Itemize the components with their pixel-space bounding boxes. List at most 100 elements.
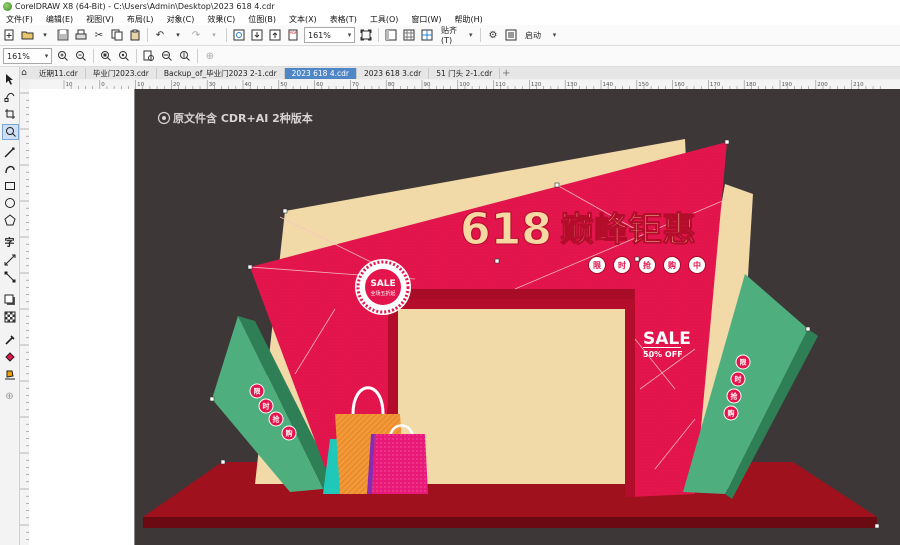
zoom-to-page-icon[interactable] <box>142 48 156 64</box>
floor-front <box>143 517 877 528</box>
cut-icon[interactable]: ✂ <box>92 27 106 43</box>
launch-combo[interactable]: 启动 ▾ <box>522 28 559 42</box>
pick-tool-icon[interactable] <box>2 72 17 86</box>
new-document-icon[interactable] <box>2 27 16 43</box>
publish-pdf-icon[interactable]: PDF <box>286 27 300 43</box>
application-launcher-icon[interactable] <box>504 27 518 43</box>
menu-tools[interactable]: 工具(O) <box>364 14 406 25</box>
add-preset-plus-icon[interactable]: ⊕ <box>203 48 217 64</box>
show-grid-icon[interactable] <box>402 27 416 43</box>
property-zoom-combo[interactable]: 161% ▾ <box>3 48 52 64</box>
drawing-canvas[interactable]: 原文件含 CDR+AI 2种版本 618 巅峰钜惠 限 时 抢 购 中 SALE… <box>135 89 900 545</box>
open-folder-icon[interactable] <box>20 27 34 43</box>
zoom-to-page-height-icon[interactable] <box>178 48 192 64</box>
tab-document-3[interactable]: Backup_of_毕业门2023 2-1.cdr <box>157 68 285 79</box>
options-gear-icon[interactable]: ⚙ <box>486 27 500 43</box>
drop-shadow-tool-icon[interactable] <box>2 293 17 307</box>
property-zoom-chevron-icon[interactable]: ▾ <box>42 50 51 62</box>
svg-text:PDF: PDF <box>290 31 297 35</box>
ruler-origin-corner[interactable] <box>20 80 29 89</box>
ruler-tick-label: 0 <box>101 82 105 88</box>
snap-to-chevron-icon[interactable]: ▾ <box>467 29 475 41</box>
pink-bag <box>372 434 428 494</box>
freehand-tool-icon[interactable] <box>2 145 17 159</box>
zoom-to-page-width-icon[interactable] <box>160 48 174 64</box>
crop-tool-icon[interactable] <box>2 107 17 121</box>
open-dropdown-chevron-icon[interactable]: ▾ <box>38 27 52 43</box>
zoom-tool-icon[interactable] <box>2 124 19 140</box>
toolbar-separator <box>197 49 198 63</box>
paste-icon[interactable] <box>128 27 142 43</box>
sale-text: SALE <box>643 329 691 349</box>
undo-icon[interactable]: ↶ <box>153 27 167 43</box>
zoom-to-all-objects-icon[interactable] <box>117 48 131 64</box>
tab-document-2[interactable]: 毕业门2023.cdr <box>86 68 157 79</box>
toolbox: 字 ⊕ <box>0 67 20 545</box>
smart-drawing-tool-icon[interactable] <box>2 162 17 176</box>
interactive-fill-tool-icon[interactable] <box>2 350 17 364</box>
zoom-out-icon[interactable] <box>74 48 88 64</box>
svg-text:全场五折起: 全场五折起 <box>370 290 395 297</box>
menu-edit[interactable]: 编辑(E) <box>40 14 80 25</box>
print-icon[interactable] <box>74 27 88 43</box>
shape-tool-icon[interactable] <box>2 89 17 103</box>
redo-dropdown-chevron-icon[interactable]: ▾ <box>207 27 221 43</box>
ruler-tick-label: 80 <box>388 82 395 88</box>
menu-window[interactable]: 窗口(W) <box>405 14 448 25</box>
zoom-level-combo[interactable]: 161% ▾ <box>304 27 355 43</box>
toolbar-separator <box>378 28 379 42</box>
ruler-tick-label: 150 <box>638 82 649 88</box>
menu-help[interactable]: 帮助(H) <box>449 14 490 25</box>
search-content-icon[interactable] <box>232 27 246 43</box>
menu-table[interactable]: 表格(T) <box>324 14 364 25</box>
polygon-tool-icon[interactable] <box>2 213 17 227</box>
rectangle-tool-icon[interactable] <box>2 179 17 193</box>
copy-icon[interactable] <box>110 27 124 43</box>
transparency-tool-icon[interactable] <box>2 310 17 324</box>
add-tool-plus-icon[interactable]: ⊕ <box>2 389 17 403</box>
menu-file[interactable]: 文件(F) <box>0 14 40 25</box>
svg-text:购: 购 <box>728 409 735 418</box>
ellipse-tool-icon[interactable] <box>2 196 17 210</box>
menu-layout[interactable]: 布局(L) <box>121 14 161 25</box>
horizontal-ruler-ticks: 10 0 10 20 30 40 50 60 70 80 90 100 110 120 130 140 150 1… <box>63 80 881 89</box>
menu-bitmaps[interactable]: 位图(B) <box>242 14 283 25</box>
svg-text:限: 限 <box>740 358 748 367</box>
menu-text[interactable]: 文本(X) <box>283 14 324 25</box>
show-rulers-icon[interactable] <box>384 27 398 43</box>
new-tab-plus-icon[interactable]: + <box>500 68 512 79</box>
menu-view[interactable]: 视图(V) <box>80 14 121 25</box>
export-icon[interactable] <box>268 27 282 43</box>
tab-document-5[interactable]: 2023 618 3.cdr <box>357 68 430 79</box>
sub-char-badge-3: 抢 <box>638 256 656 274</box>
full-screen-icon[interactable] <box>359 27 373 43</box>
document-page[interactable] <box>29 89 135 545</box>
snap-to-combo[interactable]: 贴齐(T) ▾ <box>438 26 475 45</box>
coreldraw-logo-icon <box>3 2 12 11</box>
standard-toolbar: ▾ ✂ ↶ ▾ ↷ ▾ PDF 161% ▾ 贴齐(T) ▾ ⚙ 启动 ▾ <box>0 25 900 46</box>
zoom-to-selected-icon[interactable] <box>99 48 113 64</box>
import-icon[interactable] <box>250 27 264 43</box>
svg-text:抢: 抢 <box>273 415 281 424</box>
redo-icon[interactable]: ↷ <box>189 27 203 43</box>
toolbar-separator <box>136 49 137 63</box>
menu-object[interactable]: 对象(C) <box>161 14 202 25</box>
zoom-in-icon[interactable] <box>56 48 70 64</box>
tab-document-1[interactable]: 近期11.cdr <box>32 68 86 79</box>
zoom-level-chevron-icon[interactable]: ▾ <box>345 29 354 41</box>
launch-chevron-icon[interactable]: ▾ <box>550 29 559 41</box>
ruler-tick-label: 120 <box>531 82 542 88</box>
undo-dropdown-chevron-icon[interactable]: ▾ <box>171 27 185 43</box>
ruler-tick-label: 170 <box>710 82 721 88</box>
tab-document-6[interactable]: 51 门头 2-1.cdr <box>429 68 501 79</box>
parallel-dimension-tool-icon[interactable] <box>2 253 17 267</box>
connector-tool-icon[interactable] <box>2 270 17 284</box>
svg-text:时: 时 <box>618 260 626 270</box>
show-guidelines-icon[interactable] <box>420 27 434 43</box>
save-icon[interactable] <box>56 27 70 43</box>
text-tool-icon[interactable]: 字 <box>2 234 17 249</box>
eyedropper-tool-icon[interactable] <box>2 333 17 347</box>
tab-document-4-active[interactable]: 2023 618 4.cdr <box>284 68 357 79</box>
smart-fill-tool-icon[interactable] <box>2 367 17 381</box>
menu-effects[interactable]: 效果(C) <box>201 14 242 25</box>
